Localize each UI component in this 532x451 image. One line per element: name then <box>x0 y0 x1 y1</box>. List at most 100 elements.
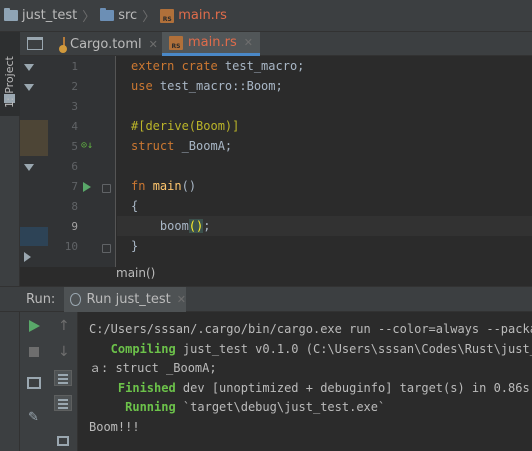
code-token: _BoomA; <box>181 139 233 153</box>
arrow-up-icon[interactable]: ↑ <box>58 318 70 334</box>
code-token: #[derive(Boom)] <box>131 119 240 133</box>
code-token: ; <box>203 219 211 233</box>
tab-label: main.rs <box>188 35 237 50</box>
code-line[interactable] <box>117 156 532 176</box>
run-main-icon[interactable] <box>83 182 91 192</box>
console-text: Compiling <box>89 341 176 356</box>
soft-wrap-icon[interactable] <box>54 370 72 386</box>
code-token: test_macro::Boom; <box>159 79 283 93</box>
code-line[interactable]: boom(); <box>117 216 532 236</box>
project-toolwindow-label: 1: Project <box>3 56 16 108</box>
console-toolbar: ↑ ↓ <box>48 312 78 451</box>
console-text: Boom!!! <box>89 419 140 434</box>
line-number: 3 <box>71 100 78 113</box>
selection-marker <box>20 227 48 246</box>
console-text: C:/Users/sssan/.cargo/bin/cargo.exe run … <box>89 322 532 336</box>
navigation-breadcrumb: just_test 〉 src 〉 RS main.rs <box>0 0 532 32</box>
folder-icon <box>4 8 18 21</box>
code-token: () <box>188 219 204 233</box>
fold-marker-icon[interactable] <box>102 184 111 193</box>
console-text: Running <box>89 400 176 414</box>
close-icon[interactable]: ✕ <box>149 38 158 51</box>
editor-tabs: Cargo.toml ✕ RS main.rs ✕ <box>20 32 532 56</box>
line-number: 8 <box>71 200 78 213</box>
scroll-to-end-icon[interactable] <box>54 395 72 411</box>
code-token: fn <box>131 179 153 193</box>
console-line: C:/Users/sssan/.cargo/bin/cargo.exe run … <box>89 320 532 339</box>
rerun-icon[interactable] <box>29 320 40 332</box>
code-token: boom <box>131 219 189 233</box>
close-icon[interactable]: ✕ <box>177 293 186 306</box>
rust-file-icon: RS <box>169 35 183 50</box>
breadcrumb-project-label: just_test <box>22 8 78 23</box>
code-token: test_macro; <box>224 59 305 73</box>
rust-icon <box>70 293 81 306</box>
console-text: ａ: struct _BoomA; <box>89 361 217 375</box>
code-line[interactable]: extern crate test_macro; <box>117 56 532 76</box>
tab-label: Cargo.toml <box>70 36 142 52</box>
collapse-icon[interactable] <box>24 164 34 171</box>
source-folder-icon <box>100 8 115 21</box>
breadcrumb-separator: 〉 <box>82 10 96 25</box>
line-number: 2 <box>71 80 78 93</box>
code-line[interactable]: use test_macro::Boom; <box>117 76 532 96</box>
tab-run-just-test[interactable]: Run just_test ✕ <box>64 287 186 312</box>
stop-icon[interactable] <box>29 347 39 357</box>
code-token: main <box>152 179 182 193</box>
code-line[interactable]: #[derive(Boom)] <box>117 116 532 136</box>
breadcrumb-separator: 〉 <box>142 10 156 25</box>
console-line: Boom!!! <box>89 418 140 437</box>
code-area[interactable]: extern crate test_macro; use test_macro::… <box>117 56 532 267</box>
console-line: Finished dev [unoptimized + debuginfo] t… <box>89 379 530 398</box>
line-gutter: 1 2 3 4 5 6 7 8 9 10 ⊙↓ <box>48 56 116 267</box>
breadcrumb-folder[interactable]: src <box>100 8 137 23</box>
collapse-icon[interactable] <box>24 84 34 91</box>
console-output[interactable]: C:/Users/sssan/.cargo/bin/cargo.exe run … <box>78 312 532 451</box>
code-token: extern crate <box>131 59 225 73</box>
bottom-left-strip <box>0 312 20 451</box>
run-tab-label: Run just_test <box>86 292 171 307</box>
line-number: 7 <box>71 180 78 193</box>
code-editor: 1 2 3 4 5 6 7 8 9 10 ⊙↓ extern crate tes… <box>20 56 532 286</box>
console-line: ａ: struct _BoomA; <box>89 359 217 378</box>
tab-cargo-toml[interactable]: Cargo.toml ✕ <box>56 32 160 56</box>
collapse-icon[interactable] <box>24 64 34 71</box>
project-toolwindow-button[interactable]: 1: Project <box>0 32 20 116</box>
expand-icon[interactable] <box>24 252 31 262</box>
implementation-marker-icon[interactable]: ⊙↓ <box>81 140 93 151</box>
tab-main-rs[interactable]: RS main.rs ✕ <box>162 32 260 56</box>
code-token: { <box>131 199 139 213</box>
line-number: 5 <box>71 140 78 153</box>
code-line[interactable] <box>117 96 532 116</box>
code-token: use <box>131 79 160 93</box>
line-number: 6 <box>71 160 78 173</box>
editor-left-strip <box>20 56 48 267</box>
print-icon[interactable] <box>57 436 69 446</box>
toml-file-icon <box>59 37 67 53</box>
arrow-down-icon[interactable]: ↓ <box>58 344 70 360</box>
fold-marker-icon[interactable] <box>102 244 111 253</box>
console-text: dev [unoptimized + debuginfo] target(s) … <box>175 380 530 395</box>
run-panel-header: Run: Run just_test ✕ <box>0 286 532 312</box>
line-number: 1 <box>71 60 78 73</box>
console-text: `target\debug\just_test.exe` <box>175 400 386 414</box>
line-number: 4 <box>71 120 78 133</box>
breadcrumb-file[interactable]: RS main.rs <box>160 8 227 23</box>
code-line[interactable]: } <box>117 236 532 256</box>
breadcrumb-file-label: main.rs <box>178 8 227 23</box>
structure-icon[interactable] <box>27 37 43 50</box>
code-line[interactable]: { <box>117 196 532 216</box>
pin-icon[interactable]: ✎ <box>28 411 40 424</box>
code-line[interactable]: struct _BoomA; <box>117 136 532 156</box>
breadcrumb-folder-label: src <box>118 8 138 23</box>
code-line[interactable]: fn main() <box>117 176 532 196</box>
run-toolbar: ✎ <box>20 312 48 451</box>
line-number: 9 <box>71 220 78 233</box>
line-number: 10 <box>64 240 78 253</box>
run-panel-label: Run: <box>26 292 56 307</box>
code-token: struct <box>131 139 182 153</box>
breadcrumb-project[interactable]: just_test <box>4 8 77 23</box>
restore-layout-icon[interactable] <box>27 377 41 389</box>
close-icon[interactable]: ✕ <box>244 36 253 49</box>
function-breadcrumb[interactable]: main() <box>116 266 155 280</box>
